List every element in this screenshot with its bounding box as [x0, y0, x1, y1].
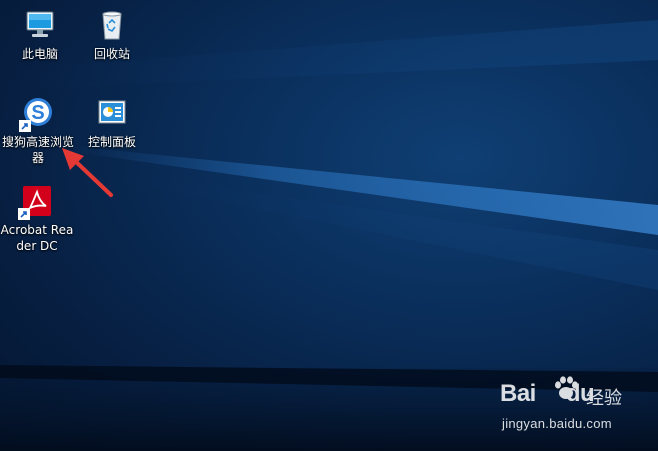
desktop-icon-control-panel[interactable]: 控制面板: [75, 96, 149, 150]
desktop-icon-acrobat-reader[interactable]: Acrobat Reader DC: [0, 184, 74, 254]
acrobat-reader-icon: [18, 184, 54, 220]
desktop-icon-recycle-bin[interactable]: 回收站: [75, 8, 149, 62]
icon-label-control-panel: 控制面板: [87, 135, 136, 149]
shortcut-arrow-icon: [18, 208, 30, 220]
icon-label-this-pc: 此电脑: [21, 47, 58, 61]
sogou-browser-icon: S: [19, 96, 55, 132]
watermark-brand-head: Bai: [500, 380, 536, 407]
desktop-icon-this-pc[interactable]: 此电脑: [3, 8, 77, 62]
icon-label-recycle-bin: 回收站: [93, 47, 130, 61]
control-panel-icon: [95, 96, 129, 130]
desktop-icon-sogou-browser[interactable]: S 搜狗高速浏览器: [1, 96, 75, 166]
baidu-jingyan-watermark: Bai du 经验 jingyan.baidu.com: [500, 376, 650, 440]
computer-icon: [23, 8, 57, 42]
icon-label-acrobat-reader: Acrobat Reader DC: [0, 223, 74, 253]
watermark-site: jingyan.baidu.com: [502, 416, 612, 431]
recycle-bin-icon: [95, 8, 129, 42]
icon-label-sogou-browser: 搜狗高速浏览器: [1, 135, 74, 165]
paw-icon: [555, 376, 578, 399]
shortcut-arrow-icon: [19, 120, 31, 132]
desktop: 此电脑 回收站 S 搜狗高速浏览器 控制面板 Acrobat Reader DC…: [0, 0, 658, 451]
watermark-suffix: 经验: [586, 388, 622, 409]
watermark-brand: Bai du: [500, 380, 595, 408]
svg-text:S: S: [31, 102, 44, 124]
